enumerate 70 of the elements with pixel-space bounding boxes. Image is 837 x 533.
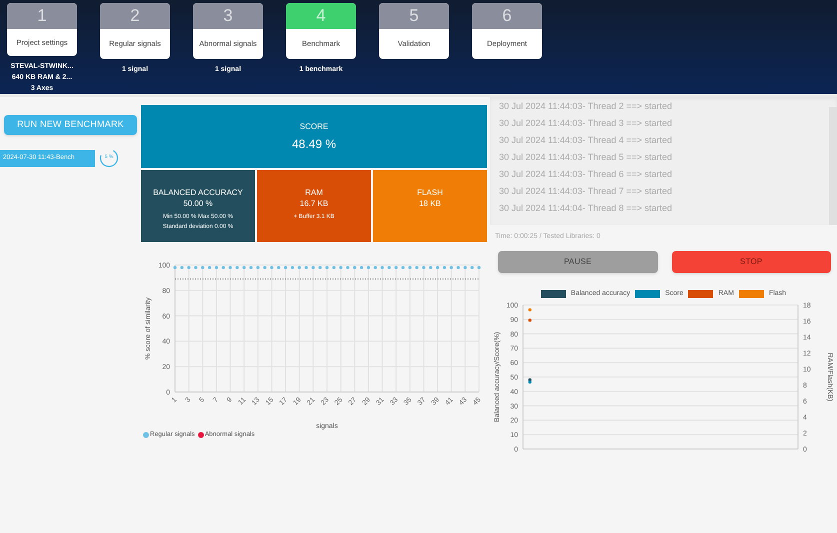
data-point	[360, 266, 364, 270]
data-point	[464, 266, 467, 270]
metric-title: RAM	[305, 187, 323, 198]
data-point	[450, 266, 453, 270]
log-line: 30 Jul 2024 11:44:04- Thread 8 ==> started	[499, 202, 674, 215]
data-point	[180, 266, 184, 270]
data-point	[436, 266, 440, 270]
data-point	[242, 266, 246, 270]
data-point	[394, 266, 398, 270]
data-point	[263, 266, 266, 270]
metric-value: 16.7 KB	[300, 198, 328, 209]
data-point	[201, 266, 204, 270]
data-point	[284, 266, 288, 270]
step-number: 6	[502, 5, 512, 28]
data-point	[456, 266, 460, 270]
data-point	[408, 266, 412, 270]
metric-value: 18 KB	[419, 198, 441, 209]
log-line: 30 Jul 2024 11:44:03- Thread 7 ==> started	[499, 185, 674, 198]
metric-value: 50.00 %	[183, 198, 213, 209]
data-point	[298, 266, 301, 270]
step-number: 4	[316, 5, 326, 28]
data-point	[366, 266, 370, 270]
data-point	[249, 266, 253, 270]
data-point	[332, 266, 336, 270]
data-point	[429, 266, 432, 270]
data-point	[442, 266, 446, 270]
step-number: 1	[37, 5, 47, 28]
score-title: SCORE	[300, 120, 328, 132]
data-point	[353, 266, 356, 270]
data-point	[470, 266, 474, 270]
spinner-icon	[99, 148, 119, 168]
data-point	[339, 266, 342, 270]
data-point	[194, 266, 198, 270]
data-point	[222, 266, 225, 270]
data-point	[187, 266, 190, 270]
log-line: 30 Jul 2024 11:44:03- Thread 4 ==> started	[499, 134, 674, 147]
data-point	[346, 266, 350, 270]
data-point	[415, 266, 418, 270]
data-point	[236, 266, 239, 270]
data-point	[528, 308, 532, 312]
data-point	[388, 266, 391, 270]
data-point	[318, 266, 322, 270]
log-line: 30 Jul 2024 11:44:03- Thread 6 ==> started	[499, 168, 674, 181]
pause-button[interactable]: PAUSE	[498, 250, 658, 272]
data-point	[304, 266, 308, 270]
step-number: 3	[223, 5, 233, 28]
data-point	[214, 266, 218, 270]
score-value: 48.49 %	[292, 136, 336, 152]
data-point	[325, 266, 329, 270]
step-number: 2	[130, 5, 140, 28]
data-point	[528, 318, 532, 322]
metric-title: BALANCED ACCURACY	[153, 187, 243, 198]
data-point	[401, 266, 405, 270]
data-point	[477, 266, 481, 270]
data-point	[312, 266, 315, 270]
data-point	[380, 266, 384, 270]
log-line: 30 Jul 2024 11:44:03- Thread 5 ==> started	[499, 151, 674, 164]
data-point	[173, 266, 177, 270]
step-number: 5	[409, 5, 419, 28]
data-point	[277, 266, 280, 270]
data-point	[290, 266, 294, 270]
log-line: 30 Jul 2024 11:44:03- Thread 3 ==> started	[499, 117, 674, 130]
data-point	[270, 266, 274, 270]
metric-title: FLASH	[417, 187, 443, 198]
data-point	[422, 266, 426, 270]
data-point	[228, 266, 232, 270]
log-line: 30 Jul 2024 11:44:03- Thread 2 ==> started	[499, 100, 674, 113]
data-point	[374, 266, 377, 270]
data-point	[256, 266, 260, 270]
data-point	[208, 266, 212, 270]
